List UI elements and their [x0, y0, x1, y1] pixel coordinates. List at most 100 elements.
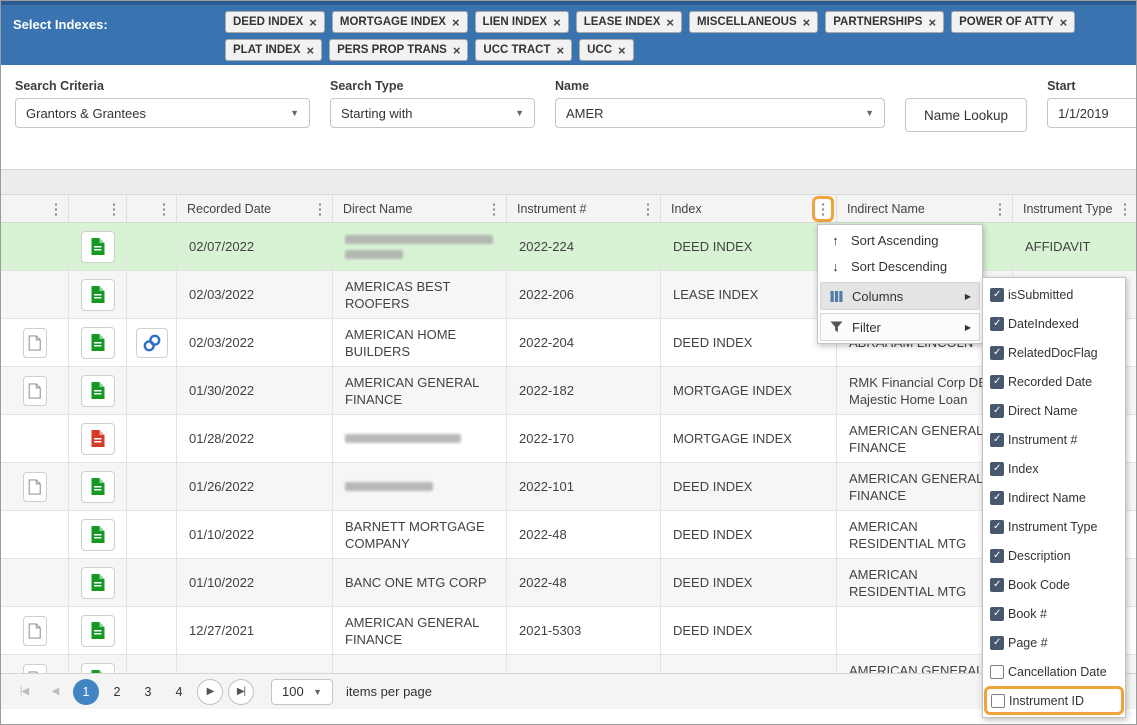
table-row[interactable]: AMERICAN GENERAL FINANCE	[1, 655, 1136, 673]
column-menu-icon[interactable]: ⋮	[639, 198, 657, 220]
previous-page-button[interactable]: ◀	[42, 679, 68, 705]
document-green-button[interactable]	[81, 327, 115, 359]
cell-related-doc	[127, 367, 177, 414]
checkbox-icon[interactable]	[990, 462, 1004, 476]
table-row[interactable]: 01/26/20222022-101DEED INDEXAMERICAN GEN…	[1, 463, 1136, 511]
name-lookup-button[interactable]: Name Lookup	[905, 98, 1027, 132]
menu-item-sort-ascending[interactable]: ↑Sort Ascending	[820, 227, 980, 253]
document-outline-button[interactable]	[23, 664, 47, 674]
document-outline-button[interactable]	[23, 616, 47, 646]
document-red-button[interactable]	[81, 423, 115, 455]
page-1-button[interactable]: 1	[73, 679, 99, 705]
checkbox-icon[interactable]	[991, 694, 1005, 708]
remove-chip-icon[interactable]: ×	[553, 16, 561, 29]
document-green-button[interactable]	[81, 663, 115, 674]
column-toggle-page[interactable]: Page #	[983, 628, 1125, 657]
page-4-button[interactable]: 4	[166, 679, 192, 705]
cell-document-flag	[1, 607, 69, 654]
name-label: Name	[555, 79, 885, 93]
document-green-button[interactable]	[81, 231, 115, 263]
remove-chip-icon[interactable]: ×	[309, 16, 317, 29]
table-row[interactable]: 01/30/2022AMERICAN GENERAL FINANCE2022-1…	[1, 367, 1136, 415]
document-outline-button[interactable]	[23, 376, 47, 406]
index-chip: LEASE INDEX×	[576, 11, 682, 33]
column-menu-icon-active[interactable]: ⋮	[812, 196, 834, 222]
checkbox-icon[interactable]	[990, 636, 1004, 650]
menu-item-filter[interactable]: Filter▶	[820, 313, 980, 341]
start-date-input[interactable]	[1047, 98, 1137, 128]
column-menu-icon[interactable]: ⋮	[47, 198, 65, 220]
next-page-button[interactable]: ▶	[197, 679, 223, 705]
checkbox-icon[interactable]	[990, 549, 1004, 563]
document-outline-button[interactable]	[23, 328, 47, 358]
remove-chip-icon[interactable]: ×	[618, 44, 626, 57]
table-row[interactable]: 01/28/20222022-170MORTGAGE INDEXAMERICAN…	[1, 415, 1136, 463]
column-menu-icon[interactable]: ⋮	[311, 198, 329, 220]
column-toggle-book-code[interactable]: Book Code	[983, 570, 1125, 599]
menu-item-columns[interactable]: Columns▶	[820, 282, 980, 310]
document-green-button[interactable]	[81, 279, 115, 311]
checkbox-icon[interactable]	[990, 665, 1004, 679]
checkbox-icon[interactable]	[990, 491, 1004, 505]
column-menu-icon[interactable]: ⋮	[485, 198, 503, 220]
column-toggle-direct-name[interactable]: Direct Name	[983, 396, 1125, 425]
column-toggle-indirect-name[interactable]: Indirect Name	[983, 483, 1125, 512]
document-green-button[interactable]	[81, 615, 115, 647]
remove-chip-icon[interactable]: ×	[556, 44, 564, 57]
column-toggle-label: Book #	[1008, 607, 1047, 621]
column-toggle-book[interactable]: Book #	[983, 599, 1125, 628]
column-toggle-dateindexed[interactable]: DateIndexed	[983, 309, 1125, 338]
column-toggle-issubmitted[interactable]: isSubmitted	[983, 280, 1125, 309]
column-menu-icon[interactable]: ⋮	[1116, 198, 1134, 220]
column-menu-icon[interactable]: ⋮	[105, 198, 123, 220]
cell-index: DEED INDEX	[661, 463, 837, 510]
column-menu-icon[interactable]: ⋮	[155, 198, 173, 220]
checkbox-icon[interactable]	[990, 578, 1004, 592]
search-criteria-select[interactable]: Grantors & Grantees ▼	[15, 98, 310, 128]
column-toggle-cancellation-date[interactable]: Cancellation Date	[983, 657, 1125, 686]
remove-chip-icon[interactable]: ×	[307, 44, 315, 57]
checkbox-icon[interactable]	[990, 433, 1004, 447]
column-toggle-index[interactable]: Index	[983, 454, 1125, 483]
column-toggle-instrument-type[interactable]: Instrument Type	[983, 512, 1125, 541]
last-page-button[interactable]: ▶|	[228, 679, 254, 705]
cell-related-doc	[127, 511, 177, 558]
document-green-button[interactable]	[81, 567, 115, 599]
column-toggle-recorded-date[interactable]: Recorded Date	[983, 367, 1125, 396]
document-green-button[interactable]	[81, 375, 115, 407]
column-toggle-instrument-id[interactable]: Instrument ID	[984, 686, 1124, 715]
checkbox-icon[interactable]	[990, 404, 1004, 418]
page-size-select[interactable]: 100▼	[271, 679, 333, 705]
checkbox-icon[interactable]	[990, 607, 1004, 621]
name-combobox[interactable]: AMER ▼	[555, 98, 885, 128]
column-toggle-instrument[interactable]: Instrument #	[983, 425, 1125, 454]
first-page-button[interactable]: |◀	[11, 679, 37, 705]
document-outline-button[interactable]	[23, 472, 47, 502]
table-row[interactable]: 12/27/2021AMERICAN GENERAL FINANCE2021-5…	[1, 607, 1136, 655]
table-row[interactable]: 01/10/2022BARNETT MORTGAGE COMPANY2022-4…	[1, 511, 1136, 559]
cell-direct-name	[333, 415, 507, 462]
checkbox-icon[interactable]	[990, 288, 1004, 302]
column-menu-icon[interactable]: ⋮	[991, 198, 1009, 220]
menu-item-sort-descending[interactable]: ↓Sort Descending	[820, 253, 980, 279]
remove-chip-icon[interactable]: ×	[803, 16, 811, 29]
remove-chip-icon[interactable]: ×	[453, 44, 461, 57]
remove-chip-icon[interactable]: ×	[452, 16, 460, 29]
checkbox-icon[interactable]	[990, 346, 1004, 360]
search-type-value: Starting with	[341, 106, 413, 121]
checkbox-icon[interactable]	[990, 375, 1004, 389]
remove-chip-icon[interactable]: ×	[1060, 16, 1068, 29]
column-toggle-description[interactable]: Description	[983, 541, 1125, 570]
page-2-button[interactable]: 2	[104, 679, 130, 705]
document-green-button[interactable]	[81, 471, 115, 503]
remove-chip-icon[interactable]: ×	[666, 16, 674, 29]
document-green-button[interactable]	[81, 519, 115, 551]
search-type-select[interactable]: Starting with ▼	[330, 98, 535, 128]
related-link-button[interactable]	[136, 328, 168, 358]
checkbox-icon[interactable]	[990, 520, 1004, 534]
column-toggle-relateddocflag[interactable]: RelatedDocFlag	[983, 338, 1125, 367]
remove-chip-icon[interactable]: ×	[928, 16, 936, 29]
page-3-button[interactable]: 3	[135, 679, 161, 705]
table-row[interactable]: 01/10/2022BANC ONE MTG CORP2022-48DEED I…	[1, 559, 1136, 607]
checkbox-icon[interactable]	[990, 317, 1004, 331]
